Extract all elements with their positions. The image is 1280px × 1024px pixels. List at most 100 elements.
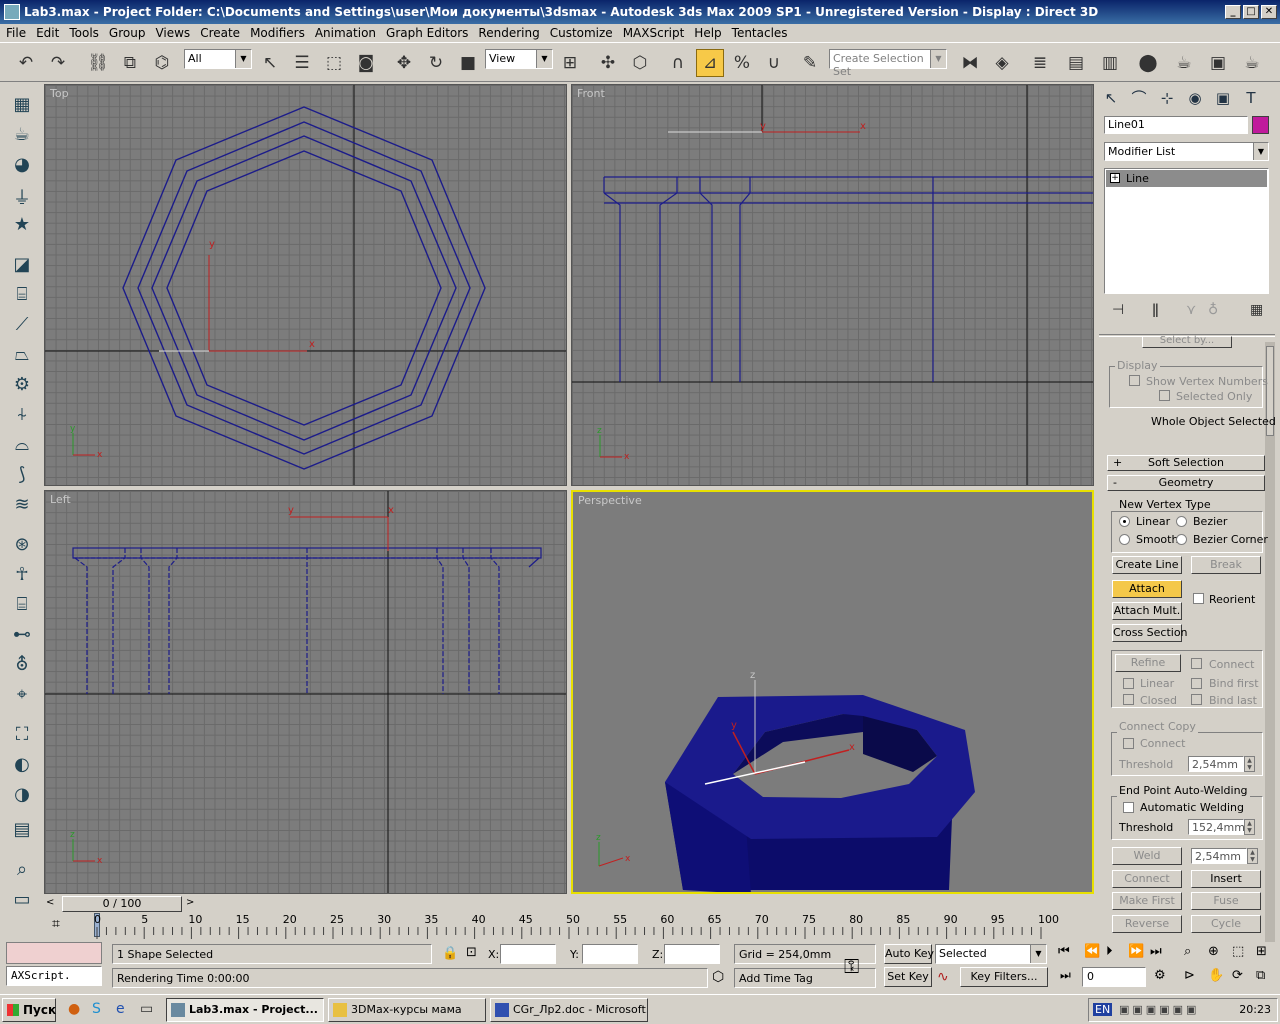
- redo-icon[interactable]: ↷: [44, 49, 72, 77]
- cylinder-icon[interactable]: ⌸: [10, 284, 34, 308]
- time-slider[interactable]: < 0 / 100 >: [44, 896, 1096, 912]
- remove-modifier-icon[interactable]: ♁: [1208, 302, 1218, 318]
- motion-tab-icon[interactable]: ◉: [1183, 86, 1207, 110]
- viewport-front[interactable]: Front y x z x: [571, 84, 1094, 486]
- reference-coordinate-dropdown[interactable]: View ▼: [485, 49, 553, 69]
- skype-icon[interactable]: S: [92, 1001, 101, 1017]
- linear-radio[interactable]: [1119, 516, 1130, 527]
- zoom-all-icon[interactable]: ⊕: [1208, 944, 1219, 959]
- zoom-extents-icon[interactable]: ⬚: [1232, 944, 1244, 959]
- app-icon[interactable]: [4, 4, 20, 20]
- bind-first-checkbox[interactable]: [1191, 678, 1202, 689]
- compound-icon[interactable]: ◪: [10, 254, 34, 278]
- menu-help[interactable]: Help: [694, 26, 721, 40]
- rectangular-selection-icon[interactable]: ⬚: [320, 49, 348, 77]
- select-by-button[interactable]: Select by...: [1142, 336, 1232, 348]
- weld-button[interactable]: Weld: [1112, 847, 1182, 865]
- hierarchy-tab-icon[interactable]: ⊹: [1155, 86, 1179, 110]
- tray-icons[interactable]: ▣▣▣▣▣▣: [1119, 1003, 1199, 1016]
- panel-icon[interactable]: ▭: [10, 889, 34, 913]
- time-tag-icon[interactable]: ⬡: [712, 969, 724, 985]
- set-key-button[interactable]: Set Key: [884, 967, 932, 987]
- panel-scrollbar[interactable]: [1265, 342, 1275, 942]
- modifier-list-dropdown[interactable]: Modifier List ▼: [1104, 142, 1269, 161]
- pan-icon[interactable]: ✋: [1208, 968, 1224, 983]
- undo-icon[interactable]: ↶: [12, 49, 40, 77]
- show-end-result-icon[interactable]: ǁ: [1152, 302, 1159, 318]
- connect-checkbox[interactable]: [1191, 658, 1202, 669]
- internet-explorer-icon[interactable]: e: [116, 1001, 125, 1017]
- menu-create[interactable]: Create: [200, 26, 240, 40]
- start-button[interactable]: Пуск: [2, 998, 56, 1022]
- helper-icon[interactable]: ⌖: [10, 684, 34, 708]
- gear-icon[interactable]: ⚙: [10, 374, 34, 398]
- camera-icon[interactable]: ⛢: [10, 654, 34, 678]
- edit-named-selection-icon[interactable]: ✎: [796, 49, 824, 77]
- minimize-button[interactable]: _: [1225, 5, 1241, 19]
- key-icon[interactable]: ⚿: [844, 954, 859, 978]
- bend-icon[interactable]: ⌓: [10, 434, 34, 458]
- menu-modifiers[interactable]: Modifiers: [250, 26, 305, 40]
- menu-graph-editors[interactable]: Graph Editors: [386, 26, 468, 40]
- language-indicator[interactable]: EN: [1093, 1003, 1113, 1016]
- task-3dsmax[interactable]: Lab3.max - Project...: [166, 998, 324, 1022]
- radiosity-icon[interactable]: ◐: [10, 754, 34, 778]
- time-slider-prev-icon[interactable]: <: [46, 897, 54, 908]
- reorient-checkbox[interactable]: [1193, 593, 1204, 604]
- menu-views[interactable]: Views: [155, 26, 190, 40]
- play-icon[interactable]: ⏵: [1106, 944, 1113, 959]
- plane-icon[interactable]: ⏚: [10, 184, 34, 209]
- spinner-arrows-icon[interactable]: ▲ ▼: [1244, 756, 1255, 772]
- snaps-toggle-icon[interactable]: ∩: [664, 49, 692, 77]
- pivot-center-icon[interactable]: ⊞: [556, 49, 584, 77]
- refine-button[interactable]: Refine: [1115, 654, 1181, 672]
- cloth-icon[interactable]: ⛶: [10, 724, 34, 748]
- sphere-icon[interactable]: ◕: [10, 154, 34, 178]
- object-name-field[interactable]: Line01: [1104, 116, 1248, 134]
- insert-button[interactable]: Insert: [1191, 870, 1261, 888]
- menu-maxscript[interactable]: MAXScript: [623, 26, 685, 40]
- geometry-rollout[interactable]: - Geometry: [1107, 475, 1265, 491]
- selected-only-checkbox[interactable]: [1159, 390, 1170, 401]
- automatic-welding-checkbox[interactable]: [1123, 802, 1134, 813]
- welding-threshold-field[interactable]: 152,4mm ▲ ▼: [1188, 819, 1255, 835]
- make-first-button[interactable]: Make First: [1112, 892, 1182, 910]
- spinner-snap-icon[interactable]: ∪: [760, 49, 788, 77]
- absolute-mode-icon[interactable]: ⊡: [466, 945, 477, 960]
- key-mode-icon[interactable]: ⏭: [1060, 968, 1071, 983]
- break-button[interactable]: Break: [1191, 556, 1261, 574]
- connect-button[interactable]: Connect: [1112, 870, 1182, 888]
- curve-editor-icon[interactable]: ▤: [1062, 49, 1090, 77]
- bone-icon[interactable]: ⌸: [10, 594, 34, 618]
- key-selection-set-dropdown[interactable]: Selected ▼: [935, 944, 1047, 964]
- viewport-top[interactable]: Top y x y x: [44, 84, 567, 486]
- pin-stack-icon[interactable]: ⊣: [1112, 302, 1124, 318]
- scale-icon[interactable]: ■: [454, 49, 482, 77]
- closed-checkbox[interactable]: [1123, 694, 1134, 705]
- tube-icon[interactable]: ⟋: [10, 314, 34, 338]
- smooth-radio[interactable]: [1119, 534, 1130, 545]
- render-setup-icon[interactable]: ☕: [1170, 49, 1198, 77]
- fuse-button[interactable]: Fuse: [1191, 892, 1261, 910]
- menu-file[interactable]: File: [6, 26, 26, 40]
- maximize-viewport-icon[interactable]: ⧉: [1256, 968, 1265, 983]
- previous-frame-icon[interactable]: ⏪: [1084, 944, 1100, 959]
- move-icon[interactable]: ✥: [390, 49, 418, 77]
- create-tab-icon[interactable]: ↖: [1099, 86, 1123, 110]
- rendered-frame-window-icon[interactable]: ▣: [1204, 49, 1232, 77]
- environment-icon[interactable]: ◑: [10, 784, 34, 808]
- taper-icon[interactable]: ⍭: [10, 404, 34, 428]
- create-line-button[interactable]: Create Line: [1112, 556, 1182, 574]
- x-coordinate-field[interactable]: [500, 944, 556, 964]
- unlink-icon[interactable]: ⧉: [116, 49, 144, 77]
- lathe-icon[interactable]: ⏢: [10, 344, 34, 368]
- y-coordinate-field[interactable]: [582, 944, 638, 964]
- teapot-icon[interactable]: ☕: [10, 124, 34, 148]
- mirror-icon[interactable]: ⧓: [956, 49, 984, 77]
- task-folder[interactable]: 3DMax-курсы мама: [328, 998, 486, 1022]
- menu-tools[interactable]: Tools: [69, 26, 99, 40]
- select-by-name-icon[interactable]: ☰: [288, 49, 316, 77]
- biped-icon[interactable]: ☥: [10, 564, 34, 588]
- menu-animation[interactable]: Animation: [315, 26, 376, 40]
- utilities-tab-icon[interactable]: T: [1239, 86, 1263, 110]
